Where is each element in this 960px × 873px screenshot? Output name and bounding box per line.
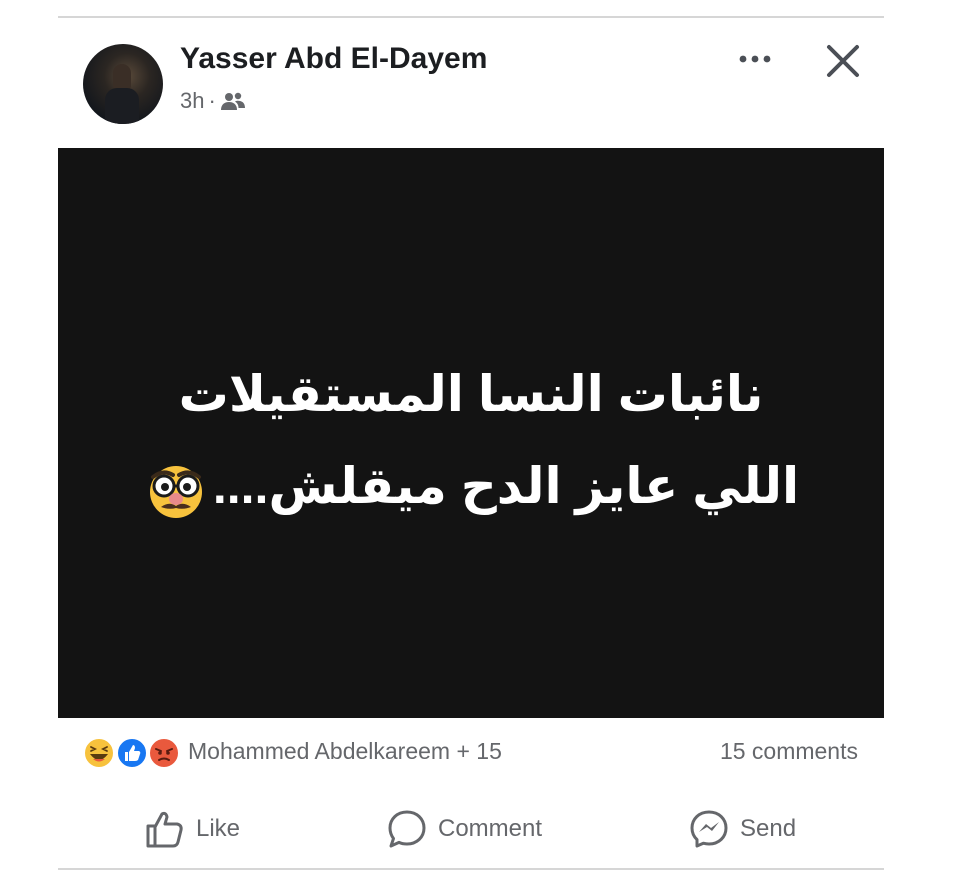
like-label: Like [196, 815, 241, 842]
like-thumb-icon [144, 808, 186, 850]
haha-icon [83, 737, 115, 769]
messenger-icon [688, 808, 730, 850]
comments-count-link[interactable]: 15 comments [720, 738, 858, 765]
top-divider [58, 16, 884, 18]
reaction-icons[interactable] [82, 736, 182, 770]
more-options-button[interactable] [730, 44, 780, 74]
reaction-names[interactable]: Mohammed Abdelkareem + 15 [188, 738, 502, 765]
send-label: Send [740, 815, 797, 842]
like-icon [116, 737, 148, 769]
close-button[interactable] [818, 38, 868, 84]
author-name[interactable]: Yasser Abd El-Dayem [180, 42, 487, 76]
post-image-text: نائبات النسا المستقيلات اللي عايز الدح م… [58, 348, 884, 532]
bottom-divider [58, 868, 884, 870]
post-image-text-line-1: نائبات النسا المستقيلات [178, 366, 764, 422]
close-icon [827, 45, 859, 77]
angry-icon [148, 737, 180, 769]
friends-icon[interactable] [220, 90, 246, 112]
comment-bubble-icon [386, 808, 428, 850]
post-image[interactable]: نائبات النسا المستقيلات اللي عايز الدح م… [58, 148, 884, 718]
avatar[interactable] [83, 44, 163, 124]
more-options-icon [739, 55, 771, 63]
send-button[interactable]: Send [688, 806, 796, 852]
comment-button[interactable]: Comment [386, 806, 542, 852]
post-meta: 3h · [180, 88, 246, 114]
like-button[interactable]: Like [144, 806, 240, 852]
reactions-row: Mohammed Abdelkareem + 15 15 comments [82, 732, 862, 774]
avatar-figure-body [105, 88, 139, 124]
post-image-text-line-2: اللي عايز الدح ميقلش.... [212, 458, 800, 514]
post-card: Yasser Abd El-Dayem 3h · نائبات النسا ال… [0, 0, 960, 873]
action-bar: Like Comment Send [58, 800, 884, 860]
post-timestamp[interactable]: 3h [180, 88, 204, 114]
post-image-text-line-2-wrap: اللي عايز الدح ميقلش.... [58, 440, 884, 532]
avatar-figure-head [113, 64, 131, 90]
meta-separator: · [208, 88, 216, 113]
comment-label: Comment [438, 815, 543, 842]
disguised-face-emoji-icon [143, 457, 209, 523]
